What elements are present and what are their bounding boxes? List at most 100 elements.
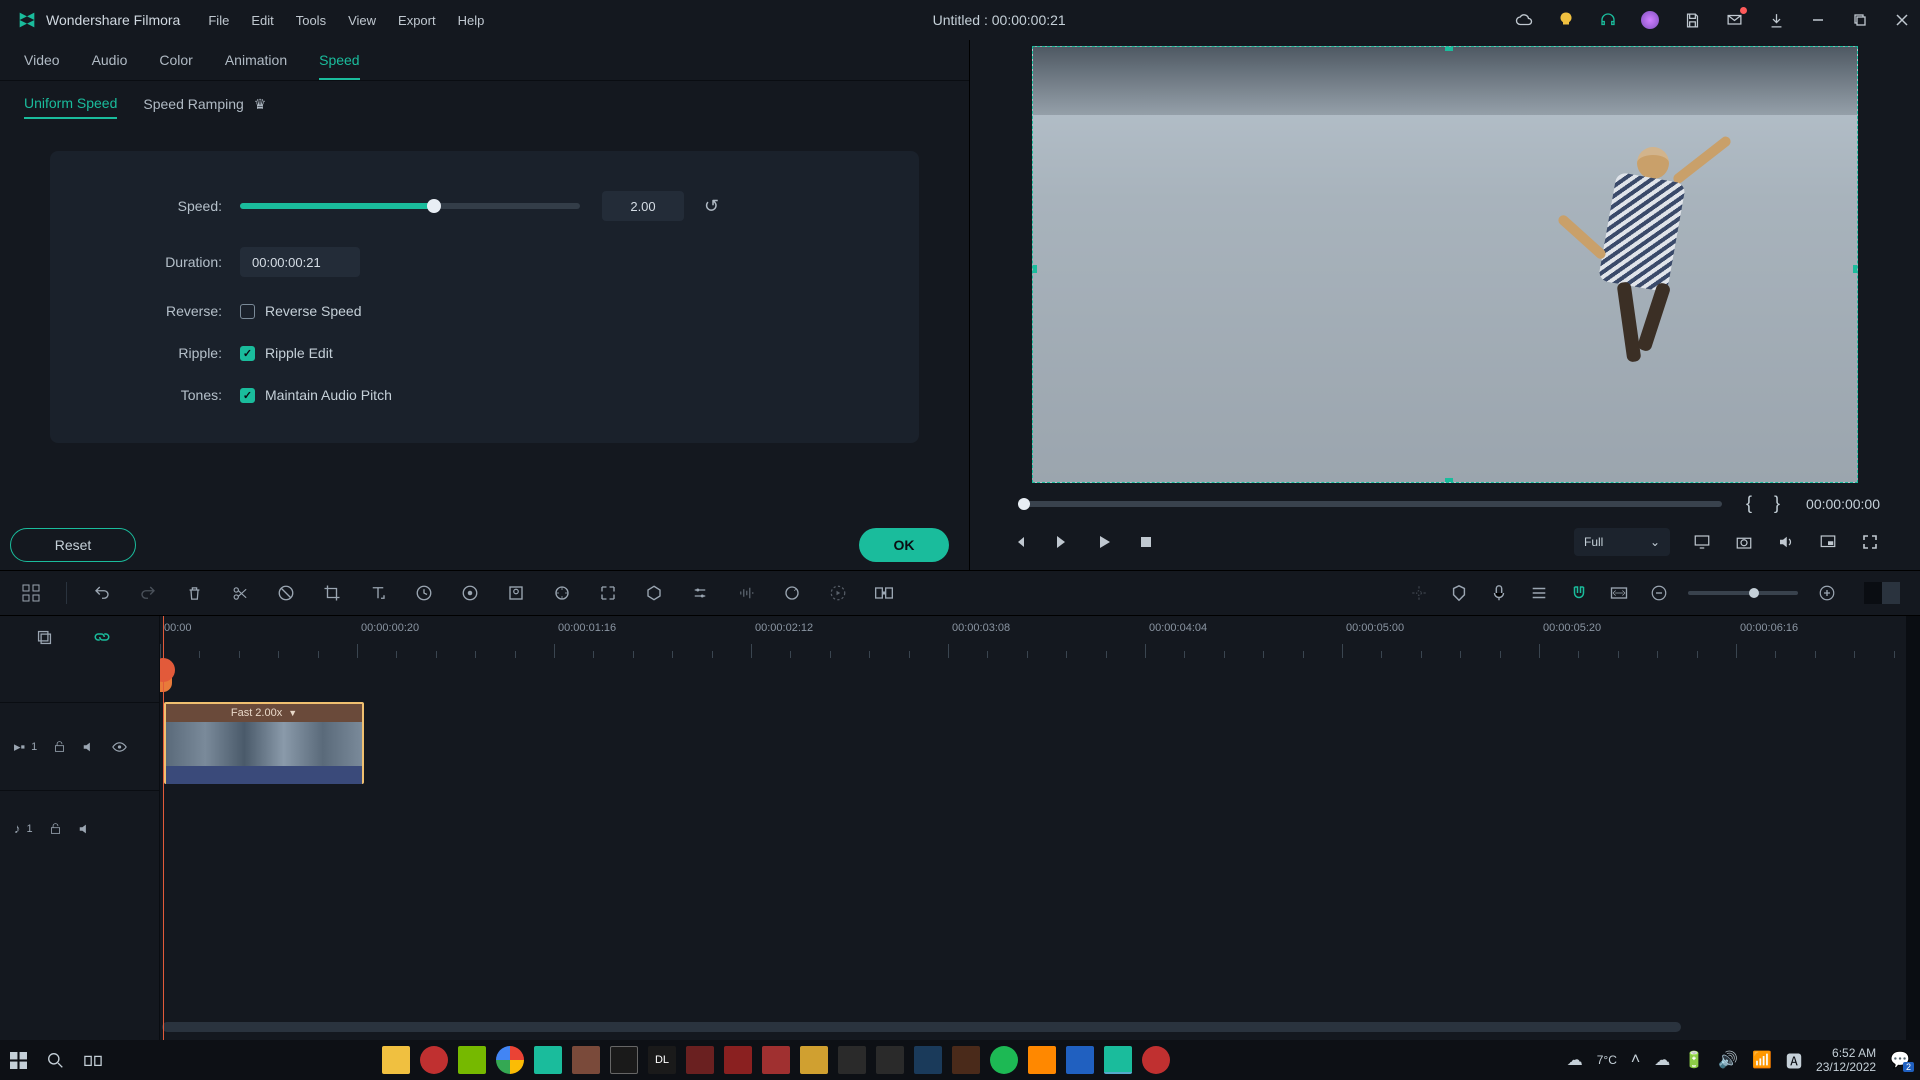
- stop-icon[interactable]: [1136, 532, 1156, 552]
- subtab-speed-ramping[interactable]: Speed Ramping: [143, 96, 243, 118]
- preview-quality-select[interactable]: Full ⌄: [1574, 528, 1670, 556]
- reverse-checkbox[interactable]: [240, 304, 255, 319]
- enhance-icon[interactable]: [781, 582, 803, 604]
- duration-value[interactable]: 00:00:00:21: [240, 247, 360, 277]
- taskbar-app[interactable]: [382, 1046, 410, 1074]
- taskbar-app[interactable]: [420, 1046, 448, 1074]
- battery-icon[interactable]: 🔋: [1684, 1050, 1704, 1070]
- adjust-icon[interactable]: [689, 582, 711, 604]
- redo-icon[interactable]: [137, 582, 159, 604]
- menu-file[interactable]: File: [208, 13, 229, 28]
- save-icon[interactable]: [1682, 10, 1702, 30]
- green-screen-icon[interactable]: [505, 582, 527, 604]
- pip-icon[interactable]: [1818, 532, 1838, 552]
- taskbar-app[interactable]: [800, 1046, 828, 1074]
- timeline-view-toggle[interactable]: [1864, 582, 1900, 604]
- video-track-icon[interactable]: ▸▪: [14, 739, 25, 755]
- record-voiceover-icon[interactable]: [1488, 582, 1510, 604]
- prev-frame-icon[interactable]: [1010, 532, 1030, 552]
- render-icon[interactable]: [873, 582, 895, 604]
- undo-icon[interactable]: [91, 582, 113, 604]
- taskbar-app[interactable]: [952, 1046, 980, 1074]
- duplicate-icon[interactable]: [36, 629, 53, 646]
- wifi-icon[interactable]: 📶: [1752, 1050, 1772, 1070]
- close-icon[interactable]: [1892, 10, 1912, 30]
- taskbar-app[interactable]: [686, 1046, 714, 1074]
- layout-icon[interactable]: [20, 582, 42, 604]
- mixer-icon[interactable]: [1528, 582, 1550, 604]
- messages-icon[interactable]: [1724, 10, 1744, 30]
- tips-icon[interactable]: [1556, 10, 1576, 30]
- start-icon[interactable]: [10, 1052, 27, 1069]
- sound-icon[interactable]: 🔊: [1718, 1050, 1738, 1070]
- fullscreen-icon[interactable]: [1860, 532, 1880, 552]
- menu-edit[interactable]: Edit: [251, 13, 273, 28]
- taskbar-app[interactable]: [838, 1046, 866, 1074]
- volume-icon[interactable]: [1776, 532, 1796, 552]
- auto-reframe-icon[interactable]: [1408, 582, 1430, 604]
- taskbar-app[interactable]: [724, 1046, 752, 1074]
- menu-export[interactable]: Export: [398, 13, 436, 28]
- timeline-clip[interactable]: Fast 2.00x▼: [164, 702, 364, 784]
- play-icon[interactable]: [1094, 532, 1114, 552]
- mute-icon[interactable]: [82, 740, 96, 754]
- reset-button[interactable]: Reset: [10, 528, 136, 562]
- audio-vis-icon[interactable]: [735, 582, 757, 604]
- color-tool-icon[interactable]: [459, 582, 481, 604]
- motion-track-icon[interactable]: [827, 582, 849, 604]
- mute-icon[interactable]: [78, 822, 92, 836]
- maximize-icon[interactable]: [1850, 10, 1870, 30]
- keyframe-icon[interactable]: [551, 582, 573, 604]
- display-icon[interactable]: [1692, 532, 1712, 552]
- mark-in-button[interactable]: {: [1740, 493, 1758, 514]
- reset-speed-icon[interactable]: ↺: [704, 196, 719, 217]
- detect-icon[interactable]: [597, 582, 619, 604]
- taskbar-app[interactable]: [1104, 1046, 1132, 1074]
- visibility-icon[interactable]: [112, 741, 127, 753]
- timeline-body[interactable]: 00:0000:00:00:2000:00:01:1600:00:02:1200…: [160, 616, 1906, 1040]
- taskbar-app[interactable]: [990, 1046, 1018, 1074]
- ok-button[interactable]: OK: [859, 528, 949, 562]
- subtab-uniform-speed[interactable]: Uniform Speed: [24, 95, 117, 119]
- play-pause-icon[interactable]: [1052, 532, 1072, 552]
- timeline-ruler[interactable]: 00:0000:00:00:2000:00:01:1600:00:02:1200…: [160, 616, 1906, 658]
- menu-tools[interactable]: Tools: [296, 13, 326, 28]
- split-icon[interactable]: [229, 582, 251, 604]
- mark-out-button[interactable]: }: [1768, 493, 1786, 514]
- audio-track-icon[interactable]: ♪: [14, 821, 21, 836]
- tab-speed[interactable]: Speed: [319, 52, 359, 80]
- taskbar-app[interactable]: [1028, 1046, 1056, 1074]
- tab-audio[interactable]: Audio: [92, 52, 128, 80]
- tab-animation[interactable]: Animation: [225, 52, 287, 80]
- taskbar-app[interactable]: [496, 1046, 524, 1074]
- tones-checkbox[interactable]: [240, 388, 255, 403]
- taskbar-app[interactable]: [1066, 1046, 1094, 1074]
- language-icon[interactable]: 🅰: [1786, 1048, 1802, 1072]
- magnet-icon[interactable]: [1568, 582, 1590, 604]
- search-icon[interactable]: [47, 1052, 64, 1069]
- temperature[interactable]: 7°C: [1597, 1053, 1617, 1067]
- zoom-fit-icon[interactable]: [1608, 582, 1630, 604]
- tab-video[interactable]: Video: [24, 52, 60, 80]
- preview-video[interactable]: [1032, 46, 1858, 483]
- taskbar-app[interactable]: DL: [648, 1046, 676, 1074]
- timeline-hscroll[interactable]: [162, 1022, 1681, 1032]
- task-view-icon[interactable]: [84, 1053, 102, 1067]
- timeline-vscroll[interactable]: [1906, 616, 1920, 1040]
- taskbar-app[interactable]: [572, 1046, 600, 1074]
- menu-view[interactable]: View: [348, 13, 376, 28]
- clock[interactable]: 6:52 AM 23/12/2022: [1816, 1046, 1876, 1075]
- taskbar-app[interactable]: [458, 1046, 486, 1074]
- headphones-icon[interactable]: [1598, 10, 1618, 30]
- account-icon[interactable]: [1640, 10, 1660, 30]
- speed-value-input[interactable]: 2.00: [602, 191, 684, 221]
- zoom-in-icon[interactable]: [1816, 582, 1838, 604]
- download-icon[interactable]: [1766, 10, 1786, 30]
- taskbar-app[interactable]: [876, 1046, 904, 1074]
- cloud-icon[interactable]: [1514, 10, 1534, 30]
- delete-icon[interactable]: [183, 582, 205, 604]
- taskbar-app[interactable]: [914, 1046, 942, 1074]
- snapshot-icon[interactable]: [1734, 532, 1754, 552]
- tray-expand-icon[interactable]: ˄: [1631, 1051, 1640, 1069]
- menu-help[interactable]: Help: [458, 13, 485, 28]
